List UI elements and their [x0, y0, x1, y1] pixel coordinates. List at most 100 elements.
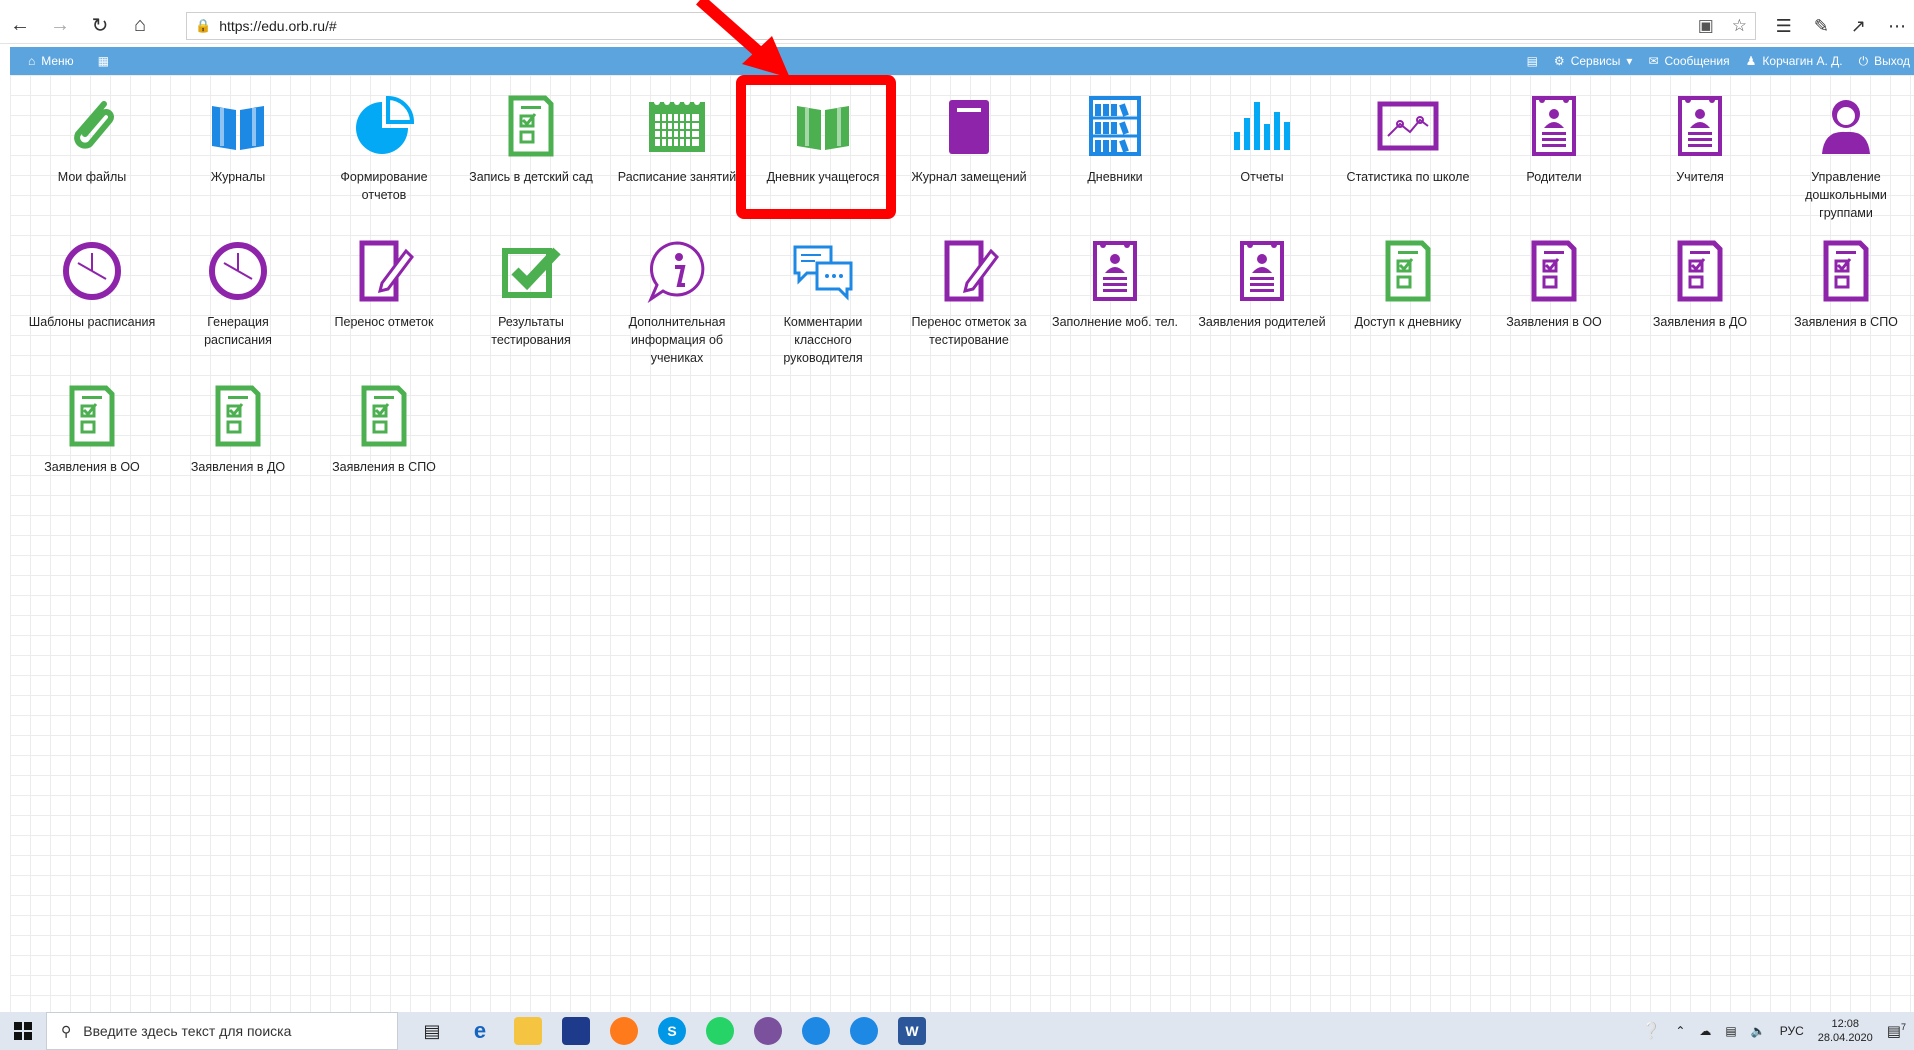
tile-clock-14[interactable]: Генерация расписания	[168, 235, 308, 375]
help-icon[interactable]: ❔	[1641, 1021, 1661, 1041]
tile-checklist-doc-3[interactable]: Запись в детский сад	[461, 90, 601, 230]
tile-checklist-doc-25[interactable]: Заявления в СПО	[1776, 235, 1914, 375]
skype-icon[interactable]: S	[658, 1017, 686, 1045]
edit-doc-icon	[314, 235, 454, 307]
grid-icon: ▦	[97, 54, 110, 68]
taskbar-search[interactable]: ⚲ Введите здесь текст для поиска	[46, 1012, 398, 1050]
tile-label: Доступ к дневнику	[1354, 315, 1462, 329]
tile-label: Управление дошкольными группами	[1805, 170, 1887, 220]
person-doc-icon	[1045, 235, 1185, 307]
chat-bubbles-icon	[753, 235, 893, 307]
refresh-icon[interactable]: ↻	[80, 8, 120, 44]
clock[interactable]: 12:08 28.04.2020	[1818, 1017, 1873, 1045]
tile-closed-book-6[interactable]: Журнал замещений	[899, 90, 1039, 230]
tile-calendar-4[interactable]: Расписание занятий	[607, 90, 747, 230]
word-icon[interactable]: W	[898, 1017, 926, 1045]
favorites-list-icon[interactable]: ☰	[1776, 16, 1792, 37]
tile-checklist-doc-22[interactable]: Доступ к дневнику	[1338, 235, 1478, 375]
whatsapp-icon[interactable]	[706, 1017, 734, 1045]
tile-label: Заявления в ДО	[1652, 315, 1748, 329]
checklist-doc-icon	[314, 380, 454, 452]
tile-bookshelf-7[interactable]: Дневники	[1045, 90, 1185, 230]
tile-checklist-doc-24[interactable]: Заявления в ДО	[1630, 235, 1770, 375]
tile-label: Учителя	[1676, 170, 1724, 184]
tile-label: Журналы	[210, 170, 266, 184]
checklist-doc-icon	[1338, 235, 1478, 307]
telegram-icon[interactable]	[802, 1017, 830, 1045]
edge-icon[interactable]: e	[466, 1017, 494, 1045]
calendar-icon[interactable]: ▤	[1527, 54, 1538, 68]
tile-open-book-5[interactable]: Дневник учащегося	[753, 90, 893, 230]
more-icon[interactable]: ⋯	[1888, 16, 1906, 37]
firefox-icon[interactable]	[610, 1017, 638, 1045]
tile-line-chart-9[interactable]: Статистика по школе	[1338, 90, 1478, 230]
tile-paperclip-0[interactable]: Мои файлы	[22, 90, 162, 230]
volume-icon[interactable]: 🔈	[1751, 1024, 1766, 1038]
edit-doc-icon	[899, 235, 1039, 307]
bar-chart-icon	[1192, 90, 1332, 162]
forward-icon[interactable]: →	[40, 8, 80, 44]
viber-icon[interactable]	[754, 1017, 782, 1045]
home-icon[interactable]: ⌂	[120, 8, 160, 44]
tile-checkmark-16[interactable]: Результаты тестирования	[461, 235, 601, 375]
tile-label: Заявления в ОО	[44, 460, 140, 474]
person-doc-icon	[1484, 90, 1624, 162]
user-link[interactable]: ♟ Корчагин А. Д.	[1746, 54, 1843, 68]
exit-link[interactable]: ⏻ Выход	[1859, 54, 1914, 69]
tile-edit-doc-15[interactable]: Перенос отметок	[314, 235, 454, 375]
notification-count: 7	[1900, 1022, 1906, 1032]
tile-label: Дневники	[1087, 170, 1143, 184]
clock-time: 12:08	[1831, 1018, 1860, 1030]
share-icon[interactable]: ↗	[1851, 16, 1866, 37]
notification-icon[interactable]: ▤7	[1887, 1022, 1906, 1040]
save-disk-icon[interactable]	[562, 1017, 590, 1045]
tile-person-doc-10[interactable]: Родители	[1484, 90, 1624, 230]
tile-edit-doc-19[interactable]: Перенос отметок за тестирование	[899, 235, 1039, 375]
network-icon[interactable]: ▤	[1725, 1024, 1736, 1038]
services-menu[interactable]: ⚙ Сервисы ▾	[1554, 54, 1633, 68]
tile-checklist-doc-26[interactable]: Заявления в ОО	[22, 380, 162, 520]
url-text: https://edu.orb.ru/#	[219, 18, 337, 34]
tile-label: Комментарии классного руководителя	[783, 315, 863, 365]
tile-bar-chart-8[interactable]: Отчеты	[1192, 90, 1332, 230]
tile-checklist-doc-27[interactable]: Заявления в ДО	[168, 380, 308, 520]
open-book-icon	[753, 90, 893, 162]
tile-checklist-doc-28[interactable]: Заявления в СПО	[314, 380, 454, 520]
checkmark-icon	[461, 235, 601, 307]
telegram-icon-2[interactable]	[850, 1017, 878, 1045]
dashboard-grid: Мои файлы Журналы Формирование отчетов Запи…	[10, 75, 1914, 1012]
tile-checklist-doc-23[interactable]: Заявления в ОО	[1484, 235, 1624, 375]
tile-user-12[interactable]: Управление дошкольными группами	[1776, 90, 1914, 230]
chevron-up-icon[interactable]: ⌃	[1675, 1024, 1685, 1038]
tile-pie-chart-2[interactable]: Формирование отчетов	[314, 90, 454, 230]
windows-start-icon[interactable]	[0, 1012, 46, 1050]
tile-label: Дневник учащегося	[766, 170, 880, 184]
tile-person-doc-21[interactable]: Заявления родителей	[1192, 235, 1332, 375]
gear-icon: ⚙	[1553, 54, 1565, 68]
grid-button[interactable]: ▦	[98, 54, 109, 68]
tile-info-bubble-17[interactable]: Дополнительная информация об учениках	[607, 235, 747, 375]
cloud-icon[interactable]: ☁	[1699, 1024, 1711, 1038]
address-bar[interactable]: 🔒 https://edu.orb.ru/# ▣ ☆	[186, 12, 1756, 40]
favorite-star-icon[interactable]: ☆	[1732, 16, 1747, 36]
services-label: Сервисы	[1570, 54, 1621, 68]
pen-icon[interactable]: ✎	[1814, 16, 1829, 37]
file-explorer-icon[interactable]	[514, 1017, 542, 1045]
task-view-icon[interactable]: ▤	[418, 1017, 446, 1045]
menu-button[interactable]: ⌂ Меню	[28, 54, 74, 68]
tile-open-book-1[interactable]: Журналы	[168, 90, 308, 230]
open-book-icon	[168, 90, 308, 162]
messages-link[interactable]: ✉ Сообщения	[1648, 54, 1729, 68]
home-icon: ⌂	[28, 54, 36, 68]
user-label: Корчагин А. Д.	[1762, 54, 1843, 68]
language-indicator[interactable]: РУС	[1780, 1024, 1804, 1038]
tile-label: Запись в детский сад	[469, 170, 593, 184]
tile-person-doc-20[interactable]: Заполнение моб. тел.	[1045, 235, 1185, 375]
tile-person-doc-11[interactable]: Учителя	[1630, 90, 1770, 230]
back-icon[interactable]: ←	[0, 8, 40, 44]
person-doc-icon	[1630, 90, 1770, 162]
tile-clock-13[interactable]: Шаблоны расписания	[22, 235, 162, 375]
tile-chat-bubbles-18[interactable]: Комментарии классного руководителя	[753, 235, 893, 375]
reading-view-icon[interactable]: ▣	[1698, 16, 1714, 36]
tile-label: Расписание занятий	[617, 170, 737, 184]
